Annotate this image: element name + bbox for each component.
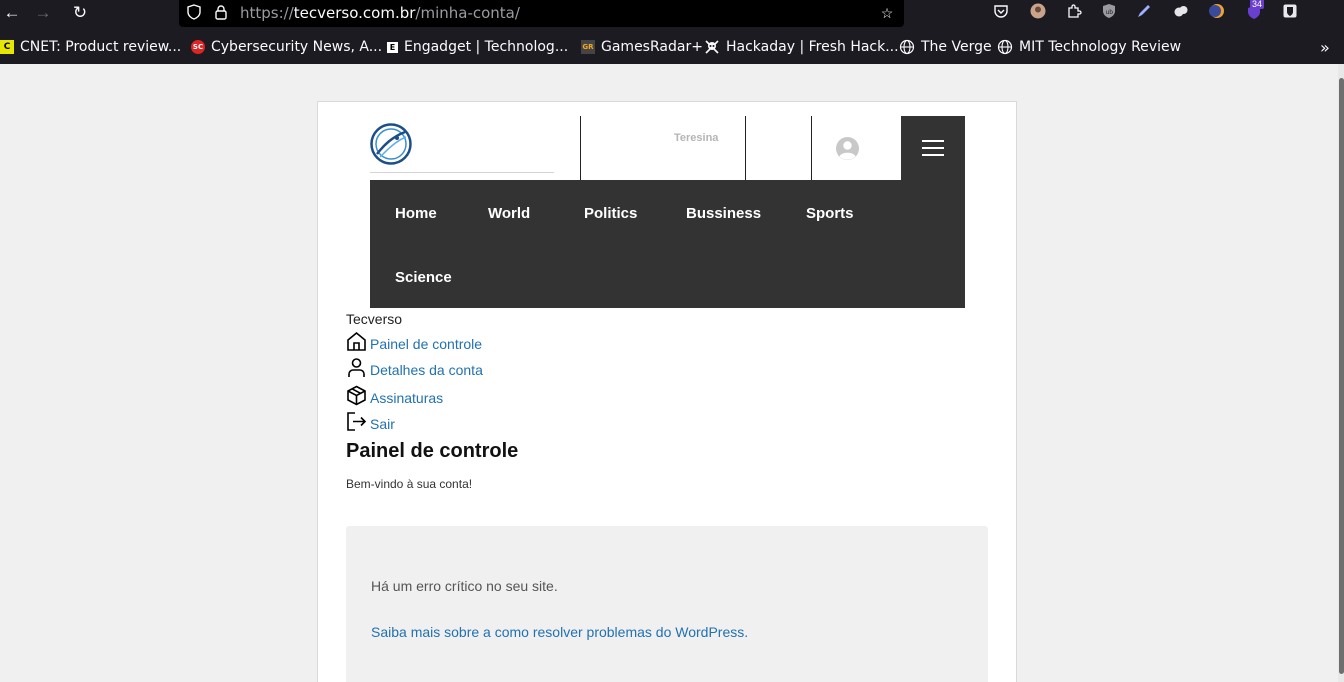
address-bar[interactable]: https://tecverso.com.br/minha-conta/ ☆ — [179, 0, 904, 27]
browser-toolbar: ← → ↻ https://tecverso.com.br/minha-cont… — [0, 0, 1344, 28]
dark-reader-icon[interactable] — [1207, 3, 1227, 23]
menu-bar — [922, 147, 944, 149]
url-host: tecverso.com.br — [293, 4, 416, 22]
bookmark-scmagazine[interactable]: SC Cybersecurity News, A... — [191, 38, 382, 56]
site-container: Teresina Home World Politics Bussiness S… — [317, 101, 1017, 682]
bookmark-mit-tech-review[interactable]: MIT Technology Review — [997, 38, 1181, 56]
bookmark-label: Cybersecurity News, A... — [211, 39, 383, 55]
pocket-icon[interactable] — [991, 3, 1011, 23]
bookmark-label: The Verge — [921, 39, 992, 55]
bookmark-label: Hackaday | Fresh Hack... — [726, 39, 899, 55]
bitwarden-icon[interactable] — [1280, 3, 1300, 23]
url-scheme: https:// — [240, 4, 294, 22]
welcome-message: Bem-vindo à sua conta! — [346, 477, 473, 491]
critical-error-notice: Há um erro crítico no seu site. Saiba ma… — [346, 526, 988, 682]
cloud-extension-icon[interactable] — [1171, 3, 1191, 23]
account-link-dashboard[interactable]: Painel de controle — [346, 331, 482, 352]
bookmark-label: MIT Technology Review — [1019, 39, 1182, 55]
house-icon — [347, 331, 366, 351]
forward-arrow-icon[interactable]: → — [31, 2, 55, 24]
globe-icon — [997, 39, 1013, 55]
nav-item-politics[interactable]: Politics — [584, 205, 637, 222]
gamesradar-favicon-icon: GR — [581, 40, 595, 54]
nav-item-sports[interactable]: Sports — [806, 205, 854, 222]
page-scrollbar[interactable] — [1338, 64, 1344, 682]
bookmarks-toolbar: C CNET: Product review... SC Cybersecuri… — [0, 28, 1344, 64]
hamburger-menu-icon[interactable] — [901, 116, 965, 180]
bookmark-engadget[interactable]: E Engadget | Technolog... — [387, 38, 568, 56]
page-viewport: Teresina Home World Politics Bussiness S… — [0, 64, 1338, 682]
weather-city: Teresina — [674, 132, 719, 144]
nav-item-world[interactable]: World — [488, 205, 530, 222]
back-arrow-icon[interactable]: ← — [0, 2, 24, 24]
url-path: /minha-conta/ — [415, 4, 520, 22]
reload-icon[interactable]: ↻ — [68, 2, 92, 24]
logout-icon — [347, 412, 367, 431]
nav-item-bussiness[interactable]: Bussiness — [686, 205, 761, 222]
bookmark-gamesradar[interactable]: GR GamesRadar+ — [581, 38, 703, 56]
account-link-logout[interactable]: Sair — [346, 411, 395, 432]
bookmark-hackaday[interactable]: Hackaday | Fresh Hack... — [704, 38, 899, 56]
nav-item-science[interactable]: Science — [395, 269, 452, 286]
bookmark-the-verge[interactable]: The Verge — [899, 38, 992, 56]
account-details-link[interactable]: Detalhes da conta — [370, 362, 483, 378]
bookmark-star-icon[interactable]: ☆ — [878, 4, 896, 22]
wordpress-troubleshooting-link[interactable]: Saiba mais sobre a como resolver problem… — [371, 624, 748, 640]
header-divider — [745, 116, 746, 180]
user-avatar-icon[interactable] — [836, 137, 859, 160]
svg-text:ub: ub — [1106, 9, 1114, 16]
bookmark-label: Engadget | Technolog... — [404, 39, 569, 55]
bookmarks-overflow-chevron-icon[interactable]: » — [1320, 38, 1330, 57]
engadget-favicon-icon: E — [387, 41, 398, 53]
user-icon — [348, 358, 365, 377]
notification-shield-icon[interactable]: 34 — [1244, 0, 1265, 23]
menu-bar — [922, 140, 944, 142]
url-text[interactable]: https://tecverso.com.br/minha-conta/ — [240, 4, 520, 22]
lock-icon[interactable] — [212, 4, 230, 22]
pen-tool-icon[interactable] — [1134, 3, 1154, 23]
scrollbar-thumb[interactable] — [1339, 78, 1344, 674]
subscriptions-link[interactable]: Assinaturas — [370, 390, 443, 406]
cnet-favicon-icon: C — [0, 40, 14, 54]
page-title: Painel de controle — [346, 440, 519, 462]
notification-badge: 34 — [1250, 0, 1265, 9]
main-navigation: Home World Politics Bussiness Sports Sci… — [370, 180, 965, 308]
tracking-shield-icon[interactable] — [185, 4, 203, 22]
profile-avatar-icon[interactable] — [1028, 3, 1048, 23]
error-message: Há um erro crítico no seu site. — [371, 578, 558, 594]
site-name: Tecverso — [346, 311, 403, 327]
account-link-details[interactable]: Detalhes da conta — [346, 357, 483, 378]
package-box-icon — [347, 385, 366, 406]
dashboard-link[interactable]: Painel de controle — [370, 336, 482, 352]
nav-item-home[interactable]: Home — [395, 205, 437, 222]
account-link-subscriptions[interactable]: Assinaturas — [346, 385, 443, 406]
bookmark-label: GamesRadar+ — [601, 39, 703, 55]
site-logo-area — [370, 116, 554, 173]
header-divider — [580, 116, 581, 180]
tecverso-logo[interactable] — [370, 123, 412, 165]
menu-bar — [922, 154, 944, 156]
header-divider — [811, 116, 812, 180]
logout-link[interactable]: Sair — [370, 416, 395, 432]
bookmark-cnet[interactable]: C CNET: Product review... — [0, 38, 181, 56]
bookmark-label: CNET: Product review... — [20, 39, 182, 55]
extensions-puzzle-icon[interactable] — [1064, 3, 1084, 23]
sc-favicon-icon: SC — [191, 40, 205, 54]
ublock-origin-icon[interactable]: ub — [1099, 3, 1119, 23]
globe-icon — [899, 39, 915, 55]
hackaday-skull-icon — [705, 40, 719, 54]
